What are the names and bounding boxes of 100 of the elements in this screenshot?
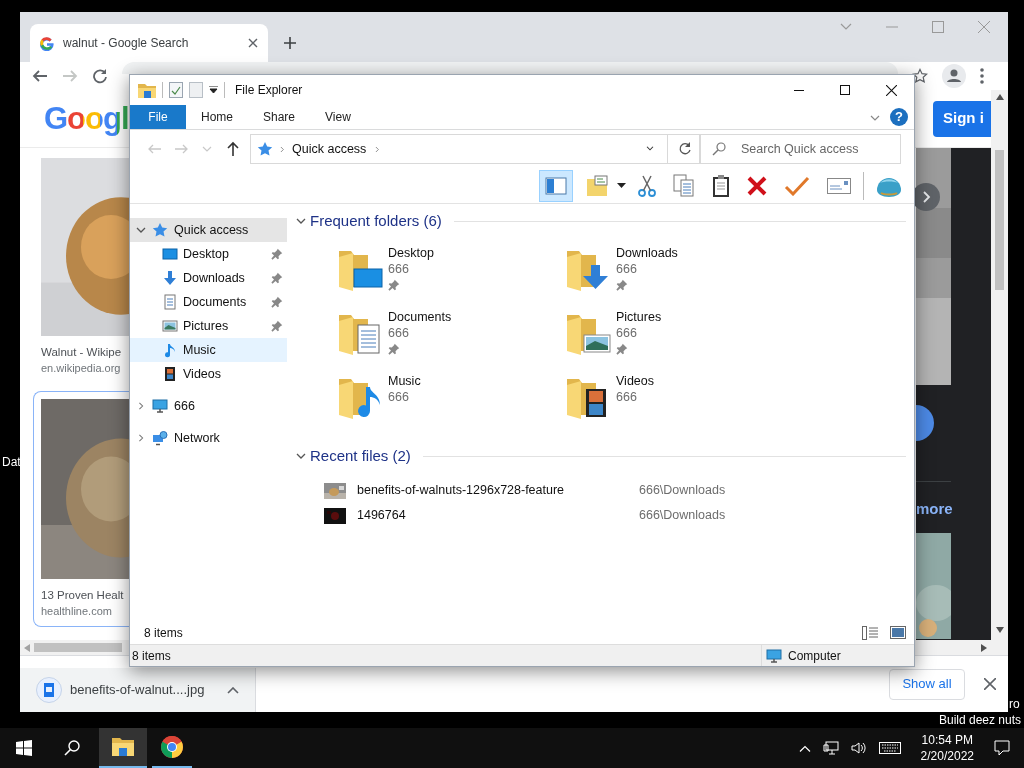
download-item[interactable]: benefits-of-walnut....jpg xyxy=(20,668,256,712)
file-explorer-button[interactable] xyxy=(99,728,147,768)
nav-item[interactable]: Music xyxy=(130,338,287,362)
recent-file-row[interactable]: benefits-of-walnuts-1296x728-feature 666\Downloads xyxy=(324,478,774,503)
sign-in-button[interactable]: Sign i xyxy=(933,100,991,137)
folder-tile[interactable]: Pictures 666 xyxy=(558,302,786,366)
clock[interactable]: 10:54 PM 2/20/2022 xyxy=(912,732,982,764)
result-title[interactable]: 13 Proven Healt xyxy=(41,587,129,603)
desktop-icon-label[interactable]: Dat xyxy=(2,455,21,469)
nav-item-label: Videos xyxy=(183,365,222,383)
notifications-icon[interactable] xyxy=(994,740,1010,756)
folder-tile[interactable]: Downloads 666 xyxy=(558,238,786,302)
dropdown-icon[interactable] xyxy=(645,146,655,152)
caret-icon[interactable] xyxy=(227,686,239,694)
scrollbar-thumb[interactable] xyxy=(995,150,1004,290)
section-heading[interactable]: Recent files (2) xyxy=(310,447,411,465)
close-icon[interactable] xyxy=(984,678,996,690)
large-icons-view-icon[interactable] xyxy=(890,626,906,639)
desktop-icon xyxy=(162,246,178,262)
details-view-icon[interactable] xyxy=(862,625,878,640)
nav-item-label: Quick access xyxy=(174,221,250,239)
chevron-down-icon[interactable] xyxy=(136,225,146,235)
nav-item[interactable]: Pictures xyxy=(130,314,287,338)
nav-item-label: 666 xyxy=(174,397,196,415)
network-icon[interactable] xyxy=(822,741,839,755)
scroll-up-icon[interactable] xyxy=(995,94,1004,100)
result-card[interactable]: Walnut - Wikipe en.wikipedia.org xyxy=(33,150,129,384)
chevron-right-icon[interactable] xyxy=(137,401,145,411)
ribbon-tab[interactable]: Share xyxy=(248,105,311,129)
expand-ribbon-icon[interactable] xyxy=(870,115,880,121)
clock-time: 10:54 PM xyxy=(920,732,974,748)
nav-item-label: Network xyxy=(174,429,221,447)
scrollbar-thumb[interactable] xyxy=(34,643,122,652)
chevron-right-icon[interactable] xyxy=(374,144,380,154)
star-icon[interactable] xyxy=(912,68,928,84)
menu-icon[interactable] xyxy=(980,68,984,84)
folder-tile[interactable]: Music 666 xyxy=(330,366,558,430)
recent-file-row[interactable]: 1496764 666\Downloads xyxy=(324,503,774,528)
file-name: benefits-of-walnuts-1296x728-feature xyxy=(357,482,566,500)
window-title: File Explorer xyxy=(235,82,303,99)
file-menu-button[interactable]: File xyxy=(130,105,186,129)
folder-icon[interactable] xyxy=(138,82,156,98)
nav-item[interactable]: Videos xyxy=(130,362,287,386)
star-icon xyxy=(152,222,168,238)
folder-tile[interactable]: Videos 666 xyxy=(558,366,786,430)
new-tab-icon[interactable] xyxy=(284,37,296,49)
folder-tile[interactable]: Desktop 666 xyxy=(330,238,558,302)
close-icon[interactable] xyxy=(248,38,258,48)
nav-item[interactable]: Desktop xyxy=(130,242,287,266)
nav-item[interactable]: Documents xyxy=(130,290,287,314)
result-title[interactable]: Walnut - Wikipe xyxy=(41,344,129,360)
folder-tile[interactable]: Documents 666 xyxy=(330,302,558,366)
back-arrow-icon[interactable] xyxy=(32,68,48,84)
star-icon xyxy=(257,141,273,157)
breadcrumb-item[interactable]: Quick access xyxy=(290,139,369,159)
status-item-count: 8 items xyxy=(132,647,171,665)
google-g-icon xyxy=(39,35,55,51)
properties-icon[interactable] xyxy=(169,82,183,98)
nav-item[interactable]: Downloads xyxy=(130,266,287,290)
ribbon-tab[interactable]: Home xyxy=(186,105,248,129)
nav-item-label: Downloads xyxy=(183,269,246,287)
address-bar[interactable]: Quick access xyxy=(250,134,700,164)
chrome-logo-icon xyxy=(160,735,184,759)
nav-item[interactable]: Network xyxy=(130,426,287,450)
chevron-right-icon[interactable] xyxy=(137,433,145,443)
chevron-down-icon[interactable] xyxy=(296,216,306,226)
help-button[interactable]: ? xyxy=(890,108,908,126)
ribbon-tab[interactable]: View xyxy=(310,105,366,129)
show-all-button[interactable]: Show all xyxy=(889,668,965,700)
keyboard-icon[interactable] xyxy=(878,742,901,754)
nav-item[interactable]: Quick access xyxy=(130,218,287,242)
folder-name: Downloads xyxy=(616,245,678,261)
tab-title: walnut - Google Search xyxy=(63,35,190,52)
scroll-down-icon[interactable] xyxy=(995,627,1004,633)
nav-item[interactable]: 666 xyxy=(130,394,287,418)
dropdown-icon[interactable] xyxy=(209,86,218,94)
profile-icon[interactable] xyxy=(942,64,966,88)
volume-icon[interactable] xyxy=(850,741,867,755)
chevron-down-icon[interactable] xyxy=(296,451,306,461)
circle-button-icon[interactable] xyxy=(916,405,934,441)
browser-tab[interactable]: walnut - Google Search xyxy=(30,24,268,62)
folder-name: Pictures xyxy=(616,309,662,325)
folder-note-icon xyxy=(585,173,609,198)
show-hidden-icons-icon[interactable] xyxy=(798,744,811,752)
envelope-icon xyxy=(827,177,851,194)
item-count: 8 items xyxy=(144,624,183,642)
dropdown-icon[interactable] xyxy=(617,183,626,188)
folder-location: 666 xyxy=(388,389,410,405)
folder-name: Videos xyxy=(616,373,654,389)
scroll-right-icon[interactable] xyxy=(981,643,987,652)
preview-pane-button[interactable] xyxy=(539,169,573,202)
film-icon xyxy=(162,366,178,382)
see-more-link[interactable]: more xyxy=(916,500,991,518)
clock-date: 2/20/2022 xyxy=(920,748,974,764)
refresh-icon[interactable] xyxy=(678,142,692,156)
section-heading[interactable]: Frequent folders (6) xyxy=(310,212,442,230)
nav-item-label: Pictures xyxy=(183,317,230,335)
search-field[interactable]: Search Quick access xyxy=(700,134,901,164)
reload-icon[interactable] xyxy=(92,68,108,84)
search-icon xyxy=(64,740,80,756)
